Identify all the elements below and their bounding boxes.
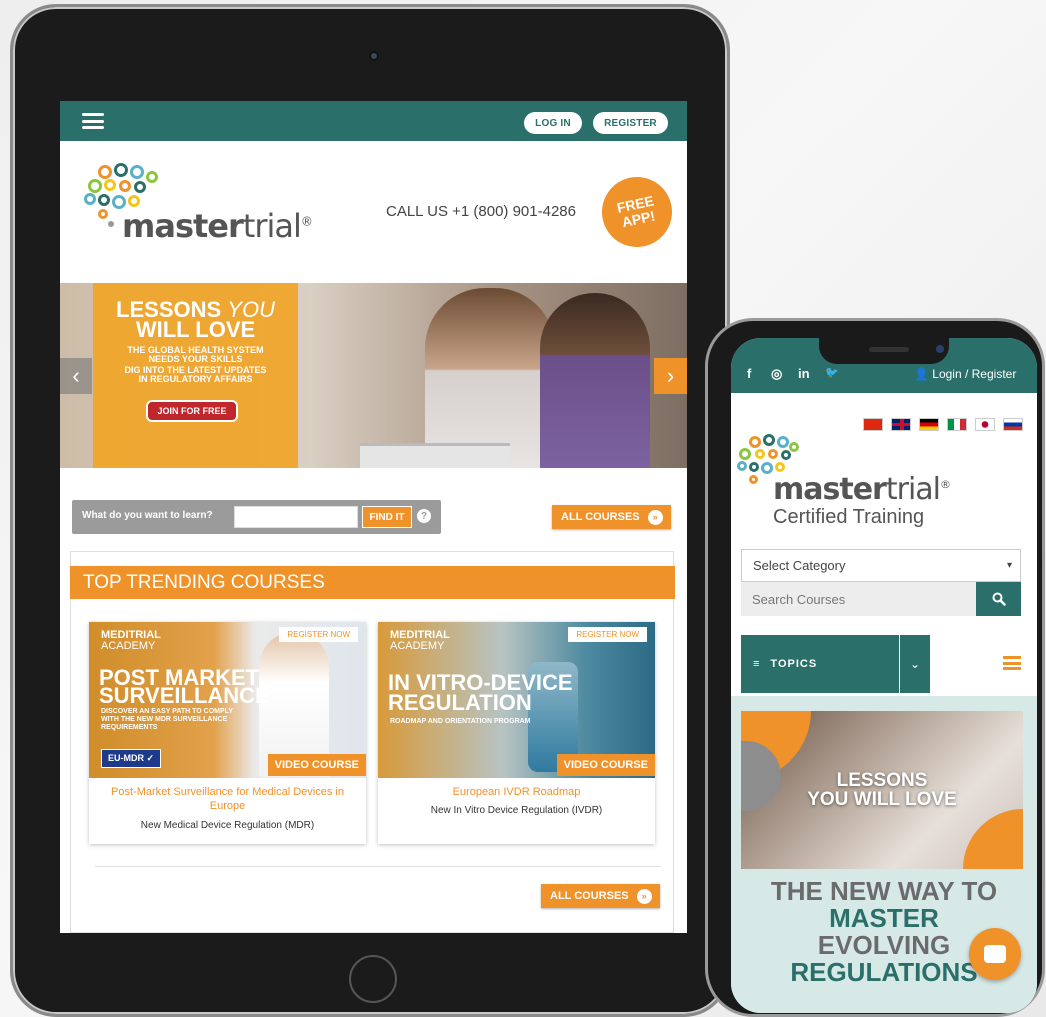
mastertrial-logo[interactable]: mastertrial® bbox=[84, 163, 313, 248]
register-now-button[interactable]: REGISTER NOW bbox=[568, 627, 647, 642]
search-courses-input[interactable]: Search Courses bbox=[741, 582, 976, 616]
course-search-bar: What do you want to learn? FIND IT ? bbox=[72, 500, 441, 534]
hero-title-line2: WILL LOVE bbox=[135, 317, 256, 342]
academy-brand: MEDITRIAL ACADEMY bbox=[101, 629, 161, 652]
course-subtitle: New In Vitro Device Regulation (IVDR) bbox=[430, 805, 603, 816]
search-icon bbox=[992, 592, 1006, 606]
logo-tagline: Certified Training bbox=[773, 506, 925, 528]
list-icon: ≡ bbox=[753, 658, 761, 670]
speaker bbox=[869, 347, 909, 352]
instagram-icon[interactable]: ◎ bbox=[771, 366, 782, 382]
phone-screen: f ◎ in 🐦 👤 Login / Register mastertrial®… bbox=[731, 338, 1037, 1013]
find-it-button[interactable]: FIND IT bbox=[362, 506, 412, 528]
hero-laptop-image bbox=[360, 443, 510, 468]
tablet-camera bbox=[369, 51, 379, 61]
course-banner-image: MEDITRIAL ACADEMY IN VITRO-DEVICE REGULAT… bbox=[378, 622, 655, 778]
hero-carousel: LESSONS YOU WILL LOVE THE GLOBAL HEALTH … bbox=[60, 283, 687, 468]
trending-courses-section: TOP TRENDING COURSES MEDITRIAL ACADEMY PO… bbox=[70, 551, 675, 933]
ru-flag-icon[interactable] bbox=[1003, 418, 1023, 431]
topics-menu-button[interactable]: ≡ TOPICS bbox=[741, 635, 899, 693]
search-button[interactable] bbox=[976, 582, 1021, 616]
logo-wordmark: mastertrial® bbox=[773, 472, 951, 507]
hamburger-icon[interactable] bbox=[1003, 656, 1021, 670]
uk-flag-icon[interactable] bbox=[891, 418, 911, 431]
course-banner-image: MEDITRIAL ACADEMY POST MARKET SURVEILLANC… bbox=[89, 622, 366, 778]
it-flag-icon[interactable] bbox=[947, 418, 967, 431]
laptop-typing-image: LESSONS YOU WILL LOVE bbox=[741, 711, 1023, 869]
user-icon: 👤 bbox=[914, 367, 933, 381]
banner-title: REGULATION bbox=[388, 690, 532, 715]
hero-woman-image bbox=[425, 288, 555, 468]
banner-title: SURVEILLANCE bbox=[99, 683, 270, 708]
tablet-home-button[interactable] bbox=[349, 955, 397, 1003]
language-flags bbox=[863, 418, 1023, 431]
cn-flag-icon[interactable] bbox=[863, 418, 883, 431]
hamburger-icon[interactable] bbox=[82, 113, 104, 129]
course-subtitle: New Medical Device Regulation (MDR) bbox=[140, 820, 315, 831]
linkedin-icon[interactable]: in bbox=[798, 366, 810, 381]
hero-subtitle: NEEDS YOUR SKILLS bbox=[148, 354, 243, 364]
login-register-link[interactable]: 👤 Login / Register bbox=[914, 367, 1016, 381]
academy-brand: MEDITRIAL ACADEMY bbox=[390, 629, 450, 652]
register-button[interactable]: REGISTER bbox=[593, 112, 668, 134]
search-label: What do you want to learn? bbox=[82, 510, 213, 521]
banner-subtitle: REQUIREMENTS bbox=[101, 724, 158, 731]
trending-heading: TOP TRENDING COURSES bbox=[70, 566, 675, 599]
carousel-next-icon[interactable]: › bbox=[654, 358, 687, 394]
banner-subtitle: ROADMAP AND ORIENTATION PROGRAM bbox=[390, 718, 531, 725]
course-card[interactable]: MEDITRIAL ACADEMY POST MARKET SURVEILLANC… bbox=[89, 622, 366, 844]
login-button[interactable]: LOG IN bbox=[524, 112, 582, 134]
banner-subtitle: DISCOVER AN EASY PATH TO COMPLY bbox=[101, 708, 233, 715]
tablet-top-nav: LOG IN REGISTER bbox=[60, 101, 687, 141]
divider bbox=[95, 866, 661, 867]
chat-icon bbox=[984, 945, 1006, 963]
chevron-down-icon[interactable]: ⌄ bbox=[899, 635, 930, 693]
course-title[interactable]: Post-Market Surveillance for Medical Dev… bbox=[89, 785, 366, 813]
headline-line: THE NEW WAY TO bbox=[770, 876, 998, 906]
chevron-down-icon: ▾ bbox=[1006, 560, 1012, 571]
hero-subtitle: IN REGULATORY AFFAIRS bbox=[138, 374, 253, 384]
decor-shape bbox=[963, 809, 1023, 869]
twitter-icon[interactable]: 🐦 bbox=[825, 366, 839, 379]
all-courses-button[interactable]: ALL COURSES» bbox=[541, 884, 660, 908]
logo-wordmark: mastertrial® bbox=[122, 207, 313, 245]
hero-promo-panel: LESSONS YOU WILL LOVE THE GLOBAL HEALTH … bbox=[93, 283, 298, 468]
eu-mdr-tag: EU-MDR ✓ bbox=[101, 749, 162, 768]
search-input[interactable] bbox=[234, 506, 358, 528]
arrow-right-icon: » bbox=[636, 888, 652, 904]
all-courses-button[interactable]: ALL COURSES» bbox=[552, 505, 671, 529]
register-now-button[interactable]: REGISTER NOW bbox=[279, 627, 358, 642]
arrow-right-icon: » bbox=[647, 509, 663, 525]
help-icon[interactable]: ? bbox=[417, 509, 431, 523]
front-camera bbox=[936, 345, 944, 353]
chat-button[interactable] bbox=[969, 928, 1021, 980]
hero-man-image bbox=[540, 293, 650, 468]
course-card[interactable]: MEDITRIAL ACADEMY IN VITRO-DEVICE REGULAT… bbox=[378, 622, 655, 844]
tablet-device: LOG IN REGISTER mastertrial® CALL US +1 … bbox=[10, 4, 730, 1017]
join-for-free-button[interactable]: JOIN FOR FREE bbox=[146, 400, 238, 422]
phone-notch bbox=[819, 338, 949, 364]
promo-text: LESSONS YOU WILL LOVE bbox=[807, 770, 957, 810]
facebook-icon[interactable]: f bbox=[747, 366, 751, 381]
video-course-badge: VIDEO COURSE bbox=[267, 754, 366, 776]
carousel-prev-icon[interactable]: ‹ bbox=[60, 358, 92, 394]
phone-mastertrial-logo[interactable]: mastertrial® Certified Training bbox=[737, 434, 977, 534]
free-app-badge[interactable]: FREE APP! bbox=[600, 175, 674, 249]
call-us-phone[interactable]: CALL US +1 (800) 901-4286 bbox=[386, 203, 576, 220]
jp-flag-icon[interactable] bbox=[975, 418, 995, 431]
tablet-screen: LOG IN REGISTER mastertrial® CALL US +1 … bbox=[60, 101, 687, 933]
banner-subtitle: WITH THE NEW MDR SURVEILLANCE bbox=[101, 716, 228, 723]
de-flag-icon[interactable] bbox=[919, 418, 939, 431]
category-select[interactable]: Select Category ▾ bbox=[741, 549, 1021, 582]
course-title[interactable]: European IVDR Roadmap bbox=[378, 785, 655, 799]
video-course-badge: VIDEO COURSE bbox=[556, 754, 655, 776]
phone-device: f ◎ in 🐦 👤 Login / Register mastertrial®… bbox=[705, 318, 1045, 1017]
